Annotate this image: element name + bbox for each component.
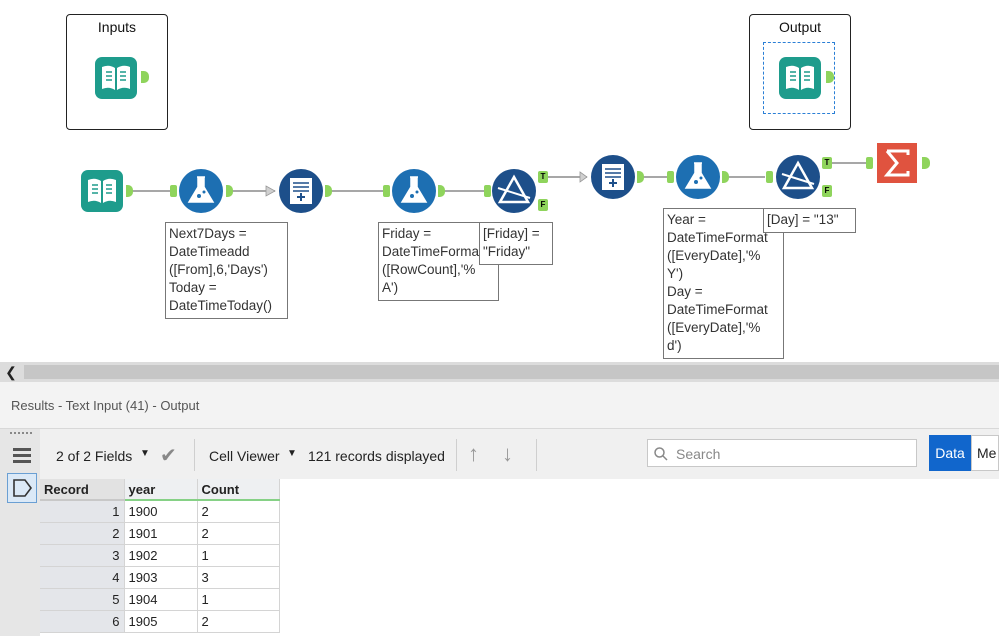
table-row[interactable]: 2 1901 2: [40, 522, 280, 545]
arrow-up-icon[interactable]: ↑: [468, 441, 479, 467]
records-count: 121 records displayed: [308, 448, 445, 464]
tag-view-icon[interactable]: [7, 473, 37, 503]
search-input[interactable]: [674, 443, 908, 465]
search-field[interactable]: [647, 439, 917, 467]
filter-icon[interactable]: [775, 154, 821, 200]
record-cell: 5: [40, 588, 125, 611]
input-anchor[interactable]: [484, 185, 491, 197]
input-anchor[interactable]: [667, 171, 674, 183]
chevron-down-icon[interactable]: ▼: [287, 448, 297, 459]
formula-annotation: Next7Days = DateTimeadd ([From],6,'Days'…: [165, 222, 288, 319]
formula-icon[interactable]: [675, 154, 721, 200]
column-header-record[interactable]: Record: [40, 479, 125, 501]
inputs-container-title: Inputs: [97, 19, 137, 35]
cell-viewer-dropdown[interactable]: Cell Viewer: [209, 448, 280, 464]
output-container-title: Output: [778, 19, 822, 35]
toolbar-divider: [456, 439, 457, 471]
book-icon[interactable]: [93, 55, 139, 101]
count-cell[interactable]: 2: [197, 610, 280, 633]
input-anchor[interactable]: [866, 157, 873, 169]
book-icon[interactable]: [777, 55, 823, 101]
record-cell: 2: [40, 522, 125, 545]
results-title: Results - Text Input (41) - Output: [11, 398, 200, 413]
filter-annotation: [Friday] = "Friday": [479, 222, 553, 265]
count-cell[interactable]: 2: [197, 522, 280, 545]
formula-icon[interactable]: [391, 168, 437, 214]
results-grid[interactable]: Record year Count 1 1900 2 2 1901 2 3 1902 1 4…: [40, 479, 999, 636]
table-row[interactable]: 5 1904 1: [40, 588, 280, 611]
table-header-row: Record year Count: [40, 479, 280, 501]
toolbar-divider: [536, 439, 537, 471]
year-cell[interactable]: 1902: [124, 544, 198, 567]
input-anchor[interactable]: [383, 185, 390, 197]
true-anchor[interactable]: T: [538, 171, 548, 183]
column-header-year[interactable]: year: [124, 479, 198, 501]
filter-annotation: [Day] = "13": [763, 208, 856, 233]
fields-dropdown[interactable]: 2 of 2 Fields: [56, 448, 132, 464]
filter-icon[interactable]: [491, 168, 537, 214]
record-cell: 4: [40, 566, 125, 589]
results-table: Record year Count 1 1900 2 2 1901 2 3 1902 1 4…: [40, 479, 280, 633]
year-cell[interactable]: 1905: [124, 610, 198, 633]
false-anchor[interactable]: F: [538, 199, 548, 211]
results-toolbar: 2 of 2 Fields ▼ ✔ Cell Viewer ▼ 121 reco…: [40, 429, 999, 483]
search-icon: [654, 447, 668, 461]
count-cell[interactable]: 1: [197, 544, 280, 567]
toolbar-divider: [194, 439, 195, 471]
year-cell[interactable]: 1904: [124, 588, 198, 611]
table-view-icon[interactable]: [7, 441, 37, 471]
table-row[interactable]: 6 1905 2: [40, 610, 280, 633]
append-icon[interactable]: [278, 168, 324, 214]
false-anchor[interactable]: F: [822, 185, 832, 197]
year-cell[interactable]: 1901: [124, 522, 198, 545]
table-row[interactable]: 1 1900 2: [40, 500, 280, 523]
year-cell[interactable]: 1900: [124, 500, 198, 523]
drag-handle-icon[interactable]: [10, 432, 32, 437]
count-cell[interactable]: 3: [197, 566, 280, 589]
record-cell: 1: [40, 500, 125, 523]
scroll-left-icon[interactable]: ❮: [2, 362, 20, 382]
results-title-bar: Results - Text Input (41) - Output: [0, 382, 999, 429]
arrow-down-icon[interactable]: ↓: [502, 441, 513, 467]
chevron-down-icon[interactable]: ▼: [140, 448, 150, 459]
record-cell: 6: [40, 610, 125, 633]
canvas-horizontal-scrollbar[interactable]: ❮: [0, 362, 999, 382]
results-side-rail: [0, 429, 40, 636]
record-cell: 3: [40, 544, 125, 567]
year-cell[interactable]: 1903: [124, 566, 198, 589]
count-cell[interactable]: 2: [197, 500, 280, 523]
check-icon[interactable]: ✔: [160, 443, 177, 468]
input-anchor[interactable]: [766, 171, 773, 183]
formula-icon[interactable]: [178, 168, 224, 214]
table-row[interactable]: 4 1903 3: [40, 566, 280, 589]
count-cell[interactable]: 1: [197, 588, 280, 611]
table-row[interactable]: 3 1902 1: [40, 544, 280, 567]
output-anchor[interactable]: [141, 71, 149, 83]
output-anchor[interactable]: [826, 71, 834, 83]
scroll-thumb[interactable]: [24, 365, 999, 379]
append-icon[interactable]: [590, 154, 636, 200]
column-header-count[interactable]: Count: [197, 479, 280, 501]
data-tab[interactable]: Data: [929, 435, 971, 471]
true-anchor[interactable]: T: [822, 157, 832, 169]
metadata-tab[interactable]: Me: [971, 435, 999, 471]
summarize-icon[interactable]: [874, 140, 920, 186]
input-anchor[interactable]: [170, 185, 177, 197]
workflow-canvas[interactable]: Inputs Output T F T F Next7Days = DateTi…: [0, 0, 999, 362]
output-anchor[interactable]: [922, 157, 930, 169]
book-icon[interactable]: [79, 168, 125, 214]
